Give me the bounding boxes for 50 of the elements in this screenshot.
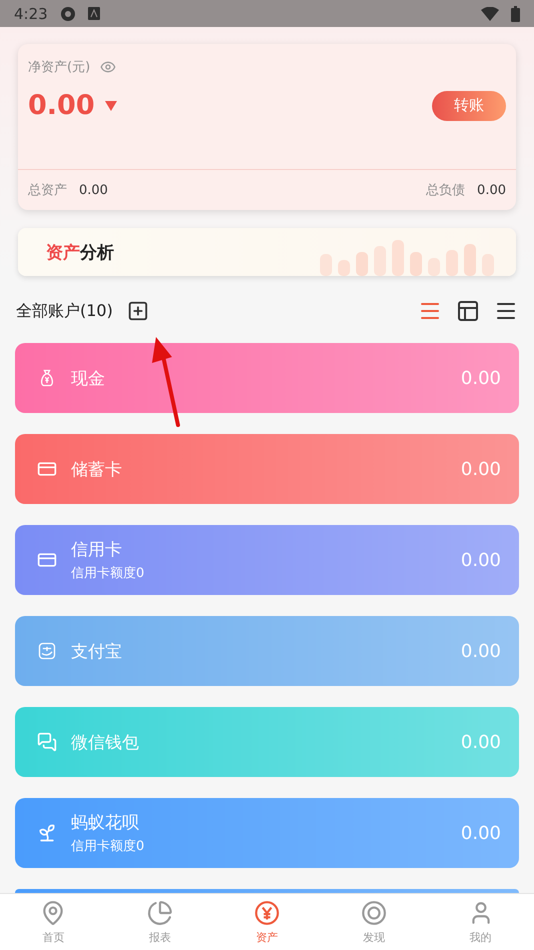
- account-card[interactable]: 储蓄卡 0.00: [15, 434, 519, 504]
- account-name: 微信钱包: [71, 732, 139, 754]
- add-icon[interactable]: [126, 300, 149, 322]
- aperture-icon: [60, 6, 76, 22]
- panel-view-button[interactable]: [456, 299, 480, 323]
- account-card[interactable]: 现金 0.00: [15, 343, 519, 413]
- transfer-button[interactable]: 转账: [432, 90, 506, 120]
- account-subtitle: 信用卡额度0: [71, 565, 144, 582]
- battery-icon: [511, 6, 520, 22]
- total-assets-value: 0.00: [79, 182, 108, 198]
- account-card[interactable]: 信用卡 信用卡额度0 0.00: [15, 525, 519, 595]
- keyboard-icon: [88, 7, 100, 20]
- nav-tab[interactable]: 首页: [0, 894, 107, 950]
- account-name: 信用卡: [71, 539, 123, 561]
- payment-app-icon: [37, 641, 57, 661]
- nav-tab[interactable]: 我的: [427, 894, 534, 950]
- account-name: 蚂蚁花呗: [71, 812, 140, 834]
- net-worth-label: 净资产(元): [28, 59, 90, 76]
- total-debt-value: 0.00: [477, 182, 506, 198]
- account-card[interactable]: 微信钱包 0.00: [15, 707, 519, 777]
- account-amount: 0.00: [460, 458, 501, 480]
- status-time: 4:23: [14, 4, 48, 22]
- account-name: 现金: [71, 368, 105, 390]
- account-amount: 0.00: [460, 550, 501, 570]
- pie-chart-icon: [147, 900, 174, 926]
- account-card[interactable]: 蚂蚁花呗 信用卡额度0 0.00: [15, 798, 519, 868]
- account-amount: 0.00: [460, 640, 501, 662]
- net-worth-amount: 0.00: [28, 90, 95, 121]
- chat-icon: [37, 732, 57, 752]
- banner-title: 资产分析: [46, 242, 114, 264]
- nav-tab[interactable]: 资产: [214, 894, 320, 950]
- asset-analysis-banner[interactable]: 资产分析: [18, 228, 516, 276]
- account-name: 支付宝: [71, 640, 122, 662]
- account-subtitle: 信用卡额度0: [71, 838, 144, 855]
- target-icon: [360, 900, 387, 926]
- account-amount: 0.00: [460, 822, 501, 844]
- account-card[interactable]: 支付宝 0.00: [15, 616, 519, 686]
- nav-tab[interactable]: 报表: [106, 894, 214, 950]
- nav-tab[interactable]: 发现: [320, 894, 428, 950]
- yen-icon: [254, 900, 280, 926]
- accounts-title: 全部账户(10): [16, 300, 113, 322]
- account-amount: 0.00: [460, 732, 501, 752]
- dropdown-triangle-icon[interactable]: [104, 100, 117, 110]
- wifi-icon: [481, 6, 499, 20]
- total-debt-label: 总负债: [426, 182, 466, 199]
- eye-icon[interactable]: [100, 59, 116, 75]
- account-amount: 0.00: [460, 368, 501, 388]
- account-name: 储蓄卡: [71, 458, 122, 480]
- sprout-icon: [37, 823, 57, 843]
- total-assets-label: 总资产: [28, 182, 67, 199]
